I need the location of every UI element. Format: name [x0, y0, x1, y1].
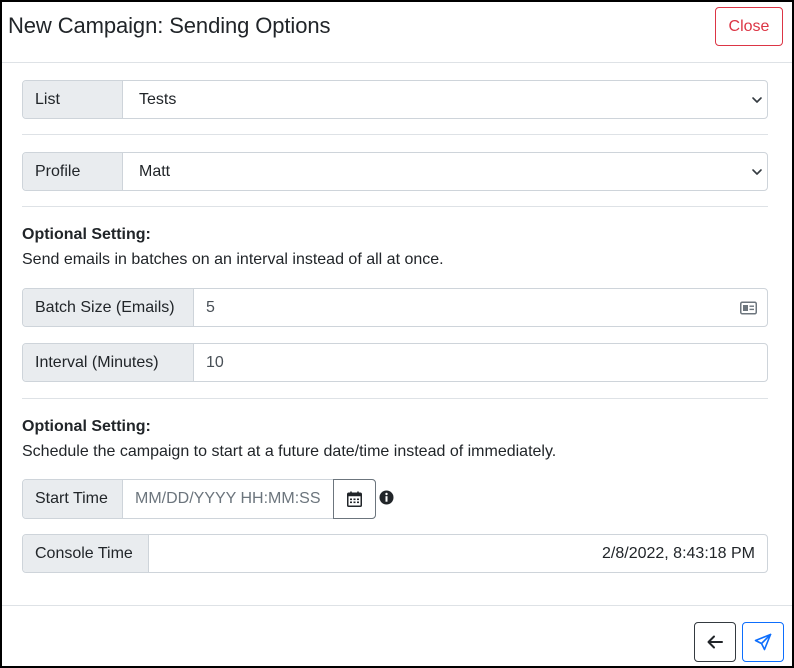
profile-select-group: Profile Matt — [22, 152, 768, 191]
console-time-value: 2/8/2022, 8:43:18 PM — [602, 544, 755, 562]
calendar-icon — [347, 491, 362, 507]
batch-size-group: Batch Size (Emails) 5 — [22, 288, 768, 327]
chevron-down-icon — [752, 96, 762, 103]
list-select[interactable]: Tests — [123, 81, 767, 118]
back-button[interactable] — [694, 622, 736, 662]
arrow-left-icon — [707, 635, 723, 649]
interval-input[interactable]: 10 — [194, 344, 767, 381]
modal-title: New Campaign: Sending Options — [8, 13, 331, 38]
interval-value: 10 — [206, 353, 224, 371]
modal-footer-divider — [2, 605, 792, 606]
list-label: List — [23, 81, 123, 118]
console-time-group: Console Time 2/8/2022, 8:43:18 PM — [22, 534, 768, 573]
console-time-label: Console Time — [23, 535, 149, 572]
interval-group: Interval (Minutes) 10 — [22, 343, 768, 382]
profile-label: Profile — [23, 153, 123, 190]
start-time-group: Start Time — [22, 479, 376, 519]
info-circle-icon[interactable] — [379, 490, 394, 505]
interval-label: Interval (Minutes) — [23, 344, 194, 381]
batching-heading: Optional Setting: — [22, 226, 151, 243]
profile-selected-value: Matt — [139, 162, 171, 180]
batch-size-value: 5 — [206, 298, 215, 316]
start-time-input[interactable] — [123, 480, 333, 518]
schedule-heading: Optional Setting: — [22, 418, 151, 435]
calendar-button[interactable] — [333, 480, 375, 518]
list-selected-value: Tests — [139, 90, 177, 108]
send-button[interactable] — [742, 622, 784, 662]
close-button[interactable]: Close — [715, 7, 783, 46]
batching-description: Send emails in batches on an interval in… — [22, 251, 444, 268]
modal-header: New Campaign: Sending Options Close — [2, 2, 792, 63]
chevron-down-icon — [752, 168, 762, 175]
list-select-group: List Tests — [22, 80, 768, 119]
paper-plane-icon — [754, 633, 772, 651]
schedule-description: Schedule the campaign to start at a futu… — [22, 443, 557, 460]
batch-size-label: Batch Size (Emails) — [23, 289, 194, 326]
batch-size-input[interactable]: 5 — [194, 289, 767, 326]
start-time-label: Start Time — [23, 480, 123, 518]
divider — [22, 206, 768, 207]
sending-options-modal: New Campaign: Sending Options Close List… — [0, 0, 794, 668]
divider — [22, 134, 768, 135]
divider — [22, 398, 768, 399]
id-card-icon — [740, 301, 757, 314]
profile-select[interactable]: Matt — [123, 153, 767, 190]
